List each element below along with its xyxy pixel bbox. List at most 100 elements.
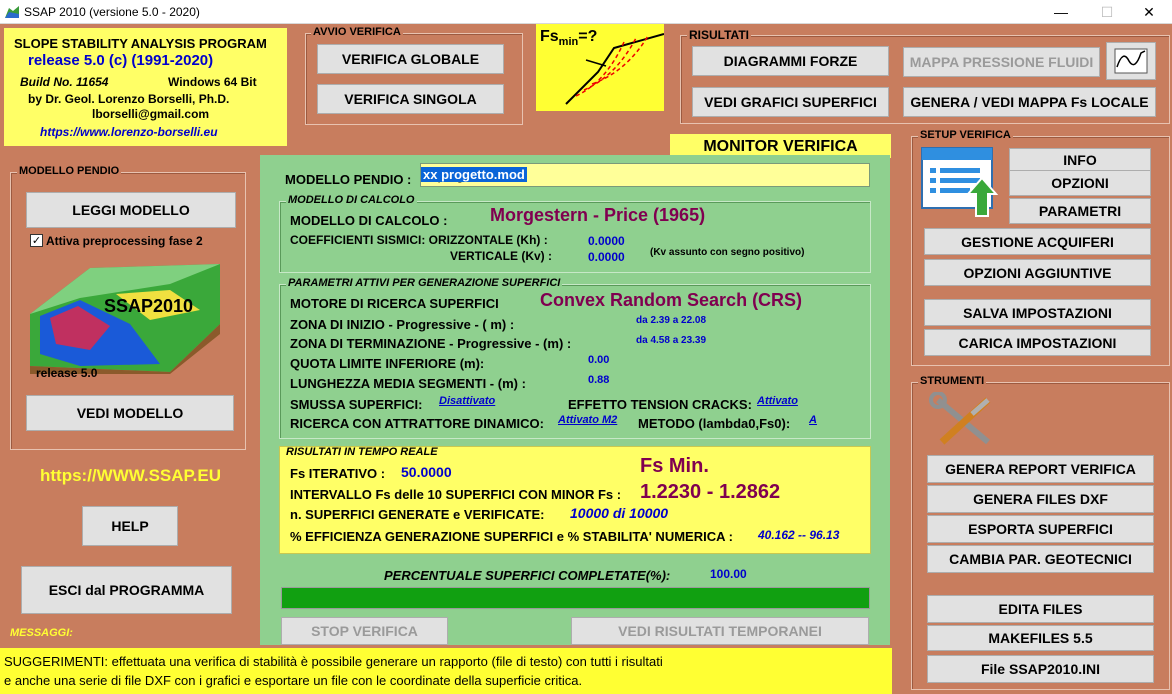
model-image: SSAP2010 [20,254,230,374]
termine-value: da 4.58 a 23.39 [636,335,707,346]
metodo-label: METODO (lambda0,Fs0): [638,416,791,431]
release-label: release 5.0 [36,366,98,380]
title-bar: SSAP 2010 (versione 5.0 - 2020) — ☐ ✕ [0,0,1172,24]
genera-mappa-button[interactable]: GENERA / VEDI MAPPA Fs LOCALE [903,87,1156,117]
vedi-grafici-button[interactable]: VEDI GRAFICI SUPERFICI [692,87,889,117]
eff-value: 40.162 -- 96.13 [758,528,840,542]
program-release: release 5.0 (c) (1991-2020) [28,52,214,69]
preprocessing-label: Attiva preprocessing fase 2 [46,234,203,248]
tension-link[interactable]: Attivato [757,395,798,407]
suggestions-line-2: e anche una serie di file DXF con i graf… [4,673,583,688]
smussa-label: SMUSSA SUPERFICI: [290,397,423,412]
mappa-pressione-button[interactable]: MAPPA PRESSIONE FLUIDI [903,47,1100,77]
vedi-risultati-temporanei-button[interactable]: VEDI RISULTATI TEMPORANEI [571,617,869,645]
genera-dxf-button[interactable]: GENERA FILES DXF [927,485,1154,513]
info-panel: SLOPE STABILITY ANALYSIS PROGRAM release… [4,28,287,146]
coeff-label: COEFFICIENTI SISMICI: ORIZZONTALE (Kh) : [290,233,548,247]
chart-icon-button[interactable] [1106,42,1156,80]
site-url[interactable]: https://WWW.SSAP.EU [40,466,221,486]
author: by Dr. Geol. Lorenzo Borselli, Ph.D. [28,92,230,106]
termine-label: ZONA DI TERMINAZIONE - Progressive - (m)… [290,336,572,351]
vert-label: VERTICALE (Kv) : [450,249,552,263]
build-number: Build No. 11654 [20,75,109,89]
stop-verifica-button[interactable]: STOP VERIFICA [281,617,448,645]
vedi-modello-button[interactable]: VEDI MODELLO [26,395,234,431]
metodo-link[interactable]: A [809,414,817,426]
tension-label: EFFETTO TENSION CRACKS: [568,397,752,412]
esporta-superfici-button[interactable]: ESPORTA SUPERFICI [927,515,1154,543]
realtime-group-label: RISULTATI IN TEMPO REALE [286,446,438,458]
fs-iter-label: Fs ITERATIVO : [290,466,386,481]
lunghezza-label: LUNGHEZZA MEDIA SEGMENTI - (m) : [290,376,526,391]
quota-value: 0.00 [588,354,610,366]
perc-label: PERCENTUALE SUPERFICI COMPLETATE(%): [384,568,671,583]
author-url[interactable]: https://www.lorenzo-borselli.eu [40,125,218,139]
progress-bar-fill [282,588,869,608]
app-icon [4,4,20,20]
verifica-globale-button[interactable]: VERIFICA GLOBALE [317,44,504,74]
esci-button[interactable]: ESCI dal PROGRAMMA [21,566,232,614]
model-image-title: SSAP2010 [104,296,194,316]
calcolo-group-label: MODELLO DI CALCOLO [286,194,417,206]
fs-iter-value: 50.0000 [401,464,452,480]
window-title: SSAP 2010 (versione 5.0 - 2020) [24,5,200,19]
avvio-verifica-label: AVVIO VERIFICA [311,26,403,38]
setup-verifica-label: SETUP VERIFICA [918,129,1013,141]
fs-text: Fs [540,28,559,45]
genera-report-button[interactable]: GENERA REPORT VERIFICA [927,455,1154,483]
intervallo-value: 1.2230 - 1.2862 [640,481,781,503]
ssap-ini-button[interactable]: File SSAP2010.INI [927,655,1154,683]
parametri-button[interactable]: PARAMETRI [1009,198,1151,224]
tools-icon [928,391,998,448]
parametri-group-label: PARAMETRI ATTIVI PER GENERAZIONE SUPERFI… [286,277,563,289]
gestione-acquiferi-button[interactable]: GESTIONE ACQUIFERI [924,228,1151,255]
cambia-par-button[interactable]: CAMBIA PAR. GEOTECNICI [927,545,1154,573]
fs-min-text: Fsmin=? [540,28,597,48]
motore-label: MOTORE DI RICERCA SUPERFICI [290,296,499,311]
minimize-icon[interactable]: — [1038,0,1084,24]
preprocessing-checkbox[interactable]: ✓ [30,234,43,247]
settings-icon [920,144,1000,218]
edita-files-button[interactable]: EDITA FILES [927,595,1154,623]
fs-min-logo: Fsmin=? [536,24,664,111]
messaggi-label: MESSAGGI: [10,627,73,639]
perc-value: 100.00 [710,567,747,581]
maximize-icon[interactable]: ☐ [1084,0,1130,24]
close-icon[interactable]: ✕ [1126,0,1172,24]
carica-impostazioni-button[interactable]: CARICA IMPOSTAZIONI [924,329,1151,356]
nsup-value: 10000 di 10000 [570,505,669,521]
leggi-modello-button[interactable]: LEGGI MODELLO [26,192,236,228]
opzioni-button[interactable]: OPZIONI [1009,170,1151,196]
inizio-label: ZONA DI INIZIO - Progressive - ( m) : [290,317,515,332]
help-button[interactable]: HELP [82,506,178,546]
salva-impostazioni-button[interactable]: SALVA IMPOSTAZIONI [924,299,1151,326]
smussa-link[interactable]: Disattivato [439,395,495,407]
risultati-label: RISULTATI [687,28,751,42]
nsup-label: n. SUPERFICI GENERATE e VERIFICATE: [290,507,545,522]
kv-note: (Kv assunto con segno positivo) [650,247,805,258]
fs-question: =? [578,28,598,45]
eff-label: % EFFICIENZA GENERAZIONE SUPERFICI e % S… [290,529,733,544]
makefiles-button[interactable]: MAKEFILES 5.5 [927,625,1154,651]
quota-label: QUOTA LIMITE INFERIORE (m): [290,356,485,371]
attrattore-link[interactable]: Attivato M2 [558,414,617,426]
program-name: SLOPE STABILITY ANALYSIS PROGRAM [14,36,267,51]
fs-min-label: Fs Min. [640,455,709,477]
progress-track [281,587,870,609]
diagrammi-forze-button[interactable]: DIAGRAMMI FORZE [692,46,889,76]
attrattore-label: RICERCA CON ATTRATTORE DINAMICO: [290,416,544,431]
fs-min-sub: min [558,36,579,49]
intervallo-label: INTERVALLO Fs delle 10 SUPERFICI CON MIN… [290,487,622,502]
verifica-singola-button[interactable]: VERIFICA SINGOLA [317,84,504,114]
modello-pendio-field-label: MODELLO PENDIO : [285,172,412,187]
opzioni-aggiuntive-button[interactable]: OPZIONI AGGIUNTIVE [924,259,1151,286]
calcolo-label: MODELLO DI CALCOLO : [290,213,448,228]
lunghezza-value: 0.88 [588,374,610,386]
graph-icon [1114,48,1148,74]
strumenti-label: STRUMENTI [918,375,987,387]
modello-pendio-label: MODELLO PENDIO [17,165,122,177]
coeff-kh-value: 0.0000 [588,234,625,248]
inizio-value: da 2.39 a 22.08 [636,315,707,326]
info-button[interactable]: INFO [1009,148,1151,172]
coeff-kv-value: 0.0000 [588,250,625,264]
